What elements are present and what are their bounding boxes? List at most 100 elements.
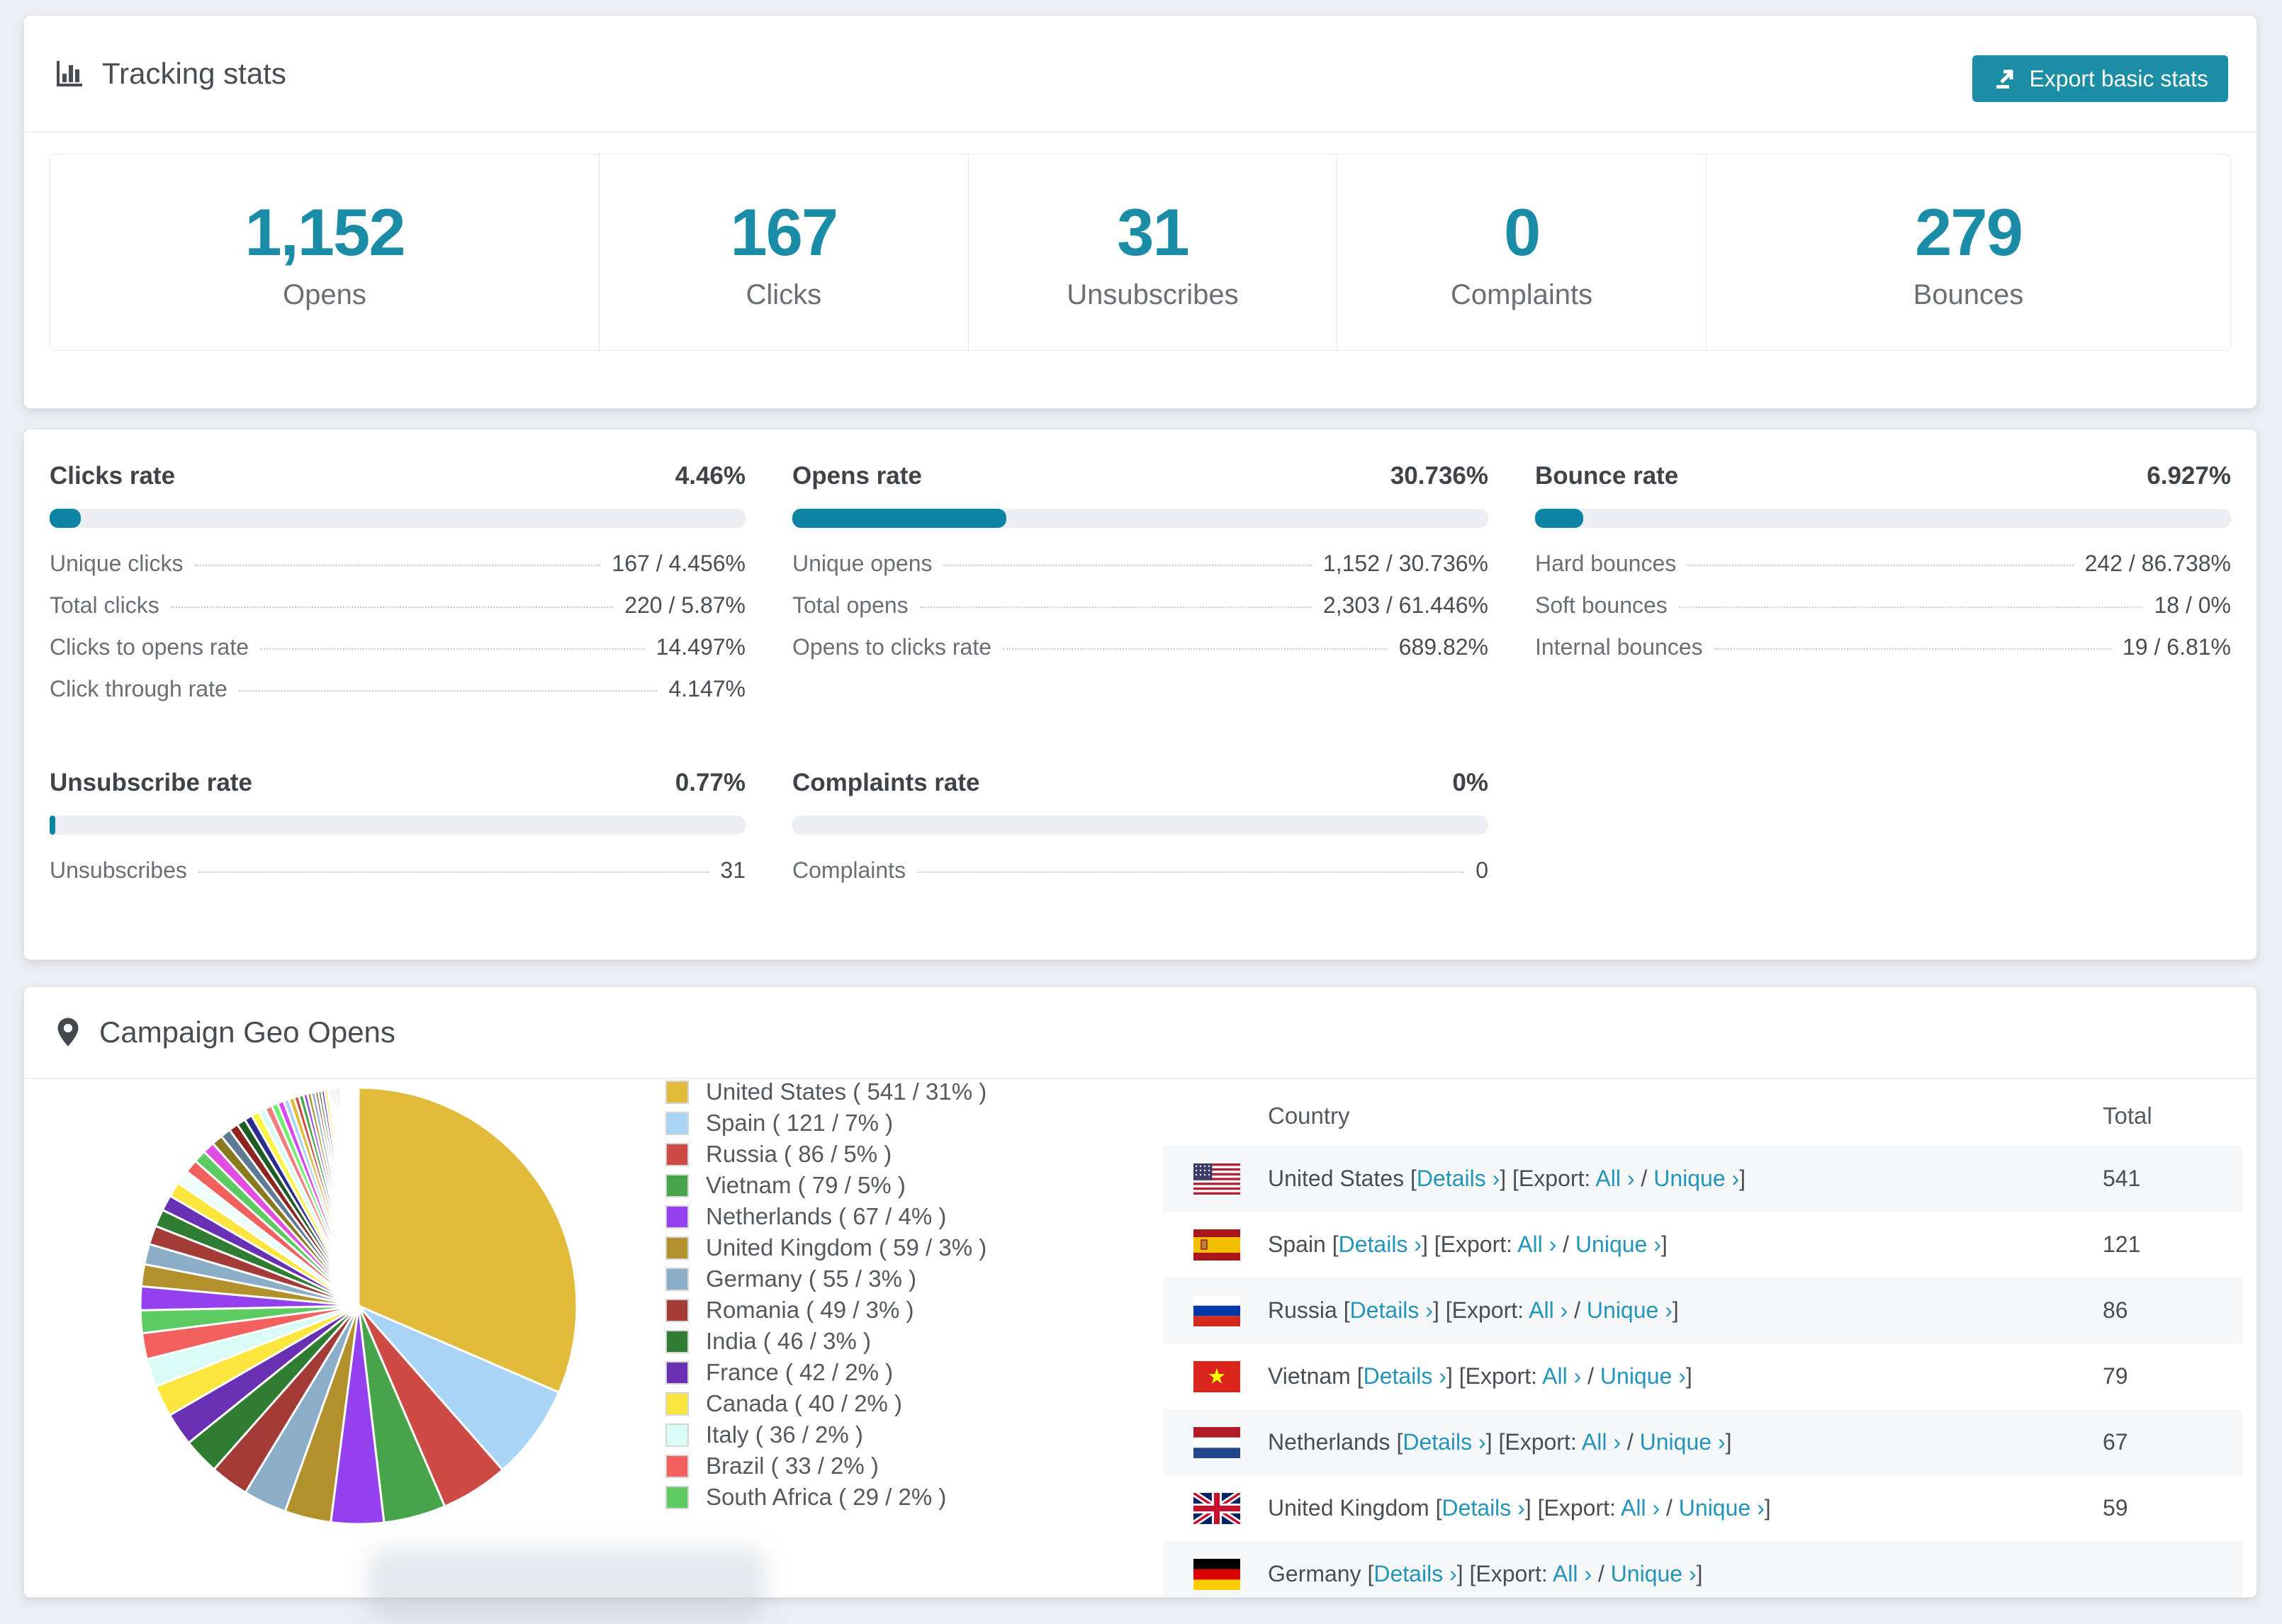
map-pin-icon xyxy=(54,1017,82,1048)
dotted-leader xyxy=(1714,648,2111,650)
export-all-link[interactable]: All › xyxy=(1542,1363,1581,1389)
export-all-link[interactable]: All › xyxy=(1621,1495,1660,1521)
table-row: Russia [Details ›] [Export: All › / Uniq… xyxy=(1163,1278,2242,1343)
stat-value: 31 xyxy=(1117,194,1190,269)
export-all-link[interactable]: All › xyxy=(1553,1561,1592,1586)
legend-swatch xyxy=(665,1142,689,1166)
legend-item: India ( 46 / 3% ) xyxy=(665,1326,987,1357)
geo-table-body: United States [Details ›] [Export: All ›… xyxy=(1163,1146,2242,1597)
rates-grid: Clicks rate 4.46% Unique clicks 167 / 4.456… xyxy=(24,429,2256,899)
rate-row: Internal bounces 19 / 6.81% xyxy=(1535,634,2231,676)
total-value: 67 xyxy=(2103,1429,2128,1455)
stat-label: Unsubscribes xyxy=(1067,278,1239,310)
export-unique-link[interactable]: Unique › xyxy=(1575,1231,1661,1257)
dotted-leader xyxy=(917,872,1465,873)
legend-label: South Africa ( 29 / 2% ) xyxy=(706,1484,947,1510)
dotted-leader xyxy=(1003,648,1388,650)
progress-bar-fill xyxy=(1535,509,1584,528)
legend-label: Russia ( 86 / 5% ) xyxy=(706,1141,892,1167)
dotted-leader xyxy=(919,607,1312,608)
legend-label: Vietnam ( 79 / 5% ) xyxy=(706,1172,906,1198)
stat-value: 0 xyxy=(1503,194,1541,269)
export-unique-link[interactable]: Unique › xyxy=(1587,1297,1673,1323)
legend-label: Netherlands ( 67 / 4% ) xyxy=(706,1203,947,1229)
total-value: 86 xyxy=(2103,1297,2128,1323)
progress-bar xyxy=(792,509,1488,528)
export-unique-link[interactable]: Unique › xyxy=(1640,1429,1726,1455)
tracking-stats-page: Tracking stats Export basic stats 1,152 O… xyxy=(0,0,2282,1624)
progress-bar-fill xyxy=(50,509,81,528)
country-name: United Kingdom xyxy=(1268,1495,1436,1521)
legend-label: India ( 46 / 3% ) xyxy=(706,1328,871,1354)
legend-swatch xyxy=(665,1454,689,1478)
legend-item: United Kingdom ( 59 / 3% ) xyxy=(665,1232,987,1263)
dotted-leader xyxy=(943,565,1312,566)
rate-row: Click through rate 4.147% xyxy=(50,676,746,718)
legend-item: Italy ( 36 / 2% ) xyxy=(665,1419,987,1450)
export-basic-stats-button[interactable]: Export basic stats xyxy=(1972,55,2228,102)
rate-title: Bounce rate xyxy=(1535,462,1679,490)
legend-item: Russia ( 86 / 5% ) xyxy=(665,1139,987,1170)
table-row: United Kingdom [Details ›] [Export: All … xyxy=(1163,1475,2242,1541)
total-value: 121 xyxy=(2103,1231,2141,1257)
legend-label: Brazil ( 33 / 2% ) xyxy=(706,1453,879,1479)
export-unique-link[interactable]: Unique › xyxy=(1653,1166,1739,1191)
country-name: Russia xyxy=(1268,1297,1344,1323)
legend-item: France ( 42 / 2% ) xyxy=(665,1357,987,1388)
details-link[interactable]: Details › xyxy=(1364,1363,1446,1389)
rate-panel-complaints-rate: Complaints rate 0% Complaints 0 xyxy=(792,769,1488,899)
dotted-leader xyxy=(1687,565,2074,566)
flag-ru-icon xyxy=(1193,1295,1240,1326)
country-name: Spain xyxy=(1268,1231,1332,1257)
rate-row-value: 18 / 0% xyxy=(2154,592,2231,618)
blurred-overlay xyxy=(369,1548,765,1624)
details-link[interactable]: Details › xyxy=(1373,1561,1456,1586)
flag-vn-icon xyxy=(1193,1360,1240,1392)
legend-swatch xyxy=(665,1298,689,1322)
geo-pie-chart xyxy=(136,1083,581,1532)
campaign-geo-opens-card: Campaign Geo Opens United States ( 541 /… xyxy=(23,986,2257,1598)
legend-item: Netherlands ( 67 / 4% ) xyxy=(665,1201,987,1232)
export-unique-link[interactable]: Unique › xyxy=(1611,1561,1697,1586)
progress-bar xyxy=(50,509,746,528)
rate-panel-bounce-rate: Bounce rate 6.927% Hard bounces 242 / 86.73… xyxy=(1535,462,2231,718)
export-all-link[interactable]: All › xyxy=(1582,1429,1621,1455)
flag-us-icon xyxy=(1193,1163,1240,1195)
pie-slice xyxy=(356,1086,360,1307)
rate-panel-header: Opens rate 30.736% xyxy=(792,462,1488,490)
export-all-link[interactable]: All › xyxy=(1595,1166,1634,1191)
table-row: Spain [Details ›] [Export: All › / Uniqu… xyxy=(1163,1212,2242,1278)
details-link[interactable]: Details › xyxy=(1441,1495,1524,1521)
export-unique-link[interactable]: Unique › xyxy=(1600,1363,1686,1389)
stat-value: 1,152 xyxy=(244,194,405,269)
details-link[interactable]: Details › xyxy=(1350,1297,1433,1323)
rate-row-value: 167 / 4.456% xyxy=(612,551,746,576)
details-link[interactable]: Details › xyxy=(1403,1429,1485,1455)
country-cell: Russia [Details ›] [Export: All › / Uniq… xyxy=(1268,1297,1679,1323)
page-title: Tracking stats xyxy=(102,56,286,90)
rate-row: Opens to clicks rate 689.82% xyxy=(792,634,1488,676)
legend-item: Germany ( 55 / 3% ) xyxy=(665,1263,987,1295)
export-all-link[interactable]: All › xyxy=(1517,1231,1556,1257)
rate-row: Unsubscribes 31 xyxy=(50,857,746,899)
rate-panel-unsubscribe-rate: Unsubscribe rate 0.77% Unsubscribes 31 xyxy=(50,769,746,899)
rates-empty-cell xyxy=(1535,769,2231,899)
country-cell: Vietnam [Details ›] [Export: All › / Uni… xyxy=(1268,1363,1692,1389)
details-link[interactable]: Details › xyxy=(1339,1231,1422,1257)
legend-swatch xyxy=(665,1267,689,1291)
rate-row: Complaints 0 xyxy=(792,857,1488,899)
rate-row-value: 14.497% xyxy=(656,634,746,660)
stat-value: 279 xyxy=(1915,194,2023,269)
export-unique-link[interactable]: Unique › xyxy=(1679,1495,1765,1521)
legend-label: Spain ( 121 / 7% ) xyxy=(706,1110,894,1136)
legend-label: Germany ( 55 / 3% ) xyxy=(706,1265,917,1292)
flag-de-icon xyxy=(1193,1558,1240,1590)
rate-row: Unique clicks 167 / 4.456% xyxy=(50,551,746,592)
legend-item: Canada ( 40 / 2% ) xyxy=(665,1388,987,1419)
country-name: Germany xyxy=(1268,1561,1368,1586)
details-link[interactable]: Details › xyxy=(1417,1166,1500,1191)
dotted-leader xyxy=(238,690,658,692)
country-cell: Germany [Details ›] [Export: All › / Uni… xyxy=(1268,1561,1703,1586)
legend-swatch xyxy=(665,1173,689,1197)
export-all-link[interactable]: All › xyxy=(1529,1297,1568,1323)
